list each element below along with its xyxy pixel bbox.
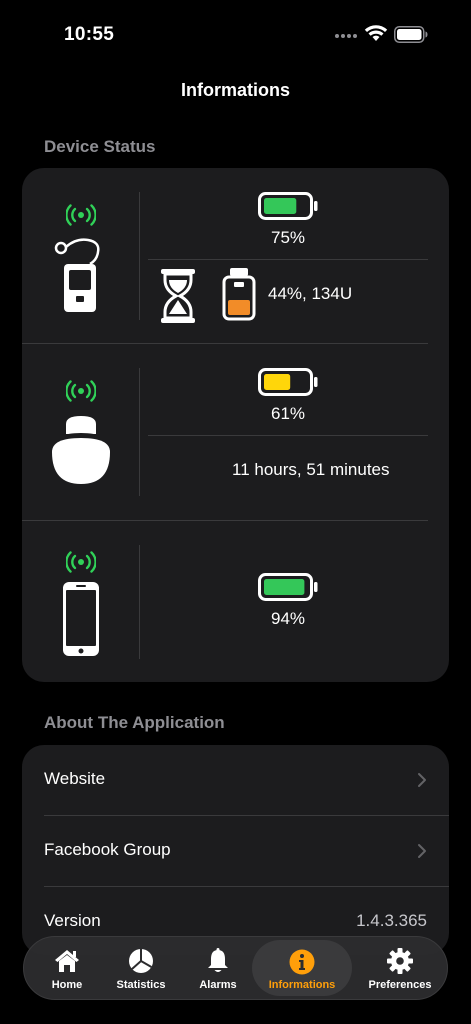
vertical-divider [139, 368, 140, 496]
vertical-divider [139, 192, 140, 320]
phone-battery-icon [258, 573, 318, 601]
hourglass-icon [161, 269, 195, 323]
tab-alarms[interactable]: Alarms [182, 937, 254, 999]
device-status-card: 75% 44%, 134U 61% 11 hours, 51 minutes 9… [22, 168, 449, 682]
house-icon [55, 950, 79, 972]
pod-remaining-value: 11 hours, 51 minutes [232, 460, 390, 479]
tab-label-alarms: Alarms [199, 979, 237, 991]
page-title: Informations [180, 80, 290, 100]
pod-sensor-icon [52, 416, 110, 484]
pod-battery-value: 61% [270, 404, 306, 423]
pie-chart-icon [129, 949, 153, 973]
insulin-pump-icon [54, 238, 100, 312]
chevron-right-icon [418, 773, 426, 787]
tab-label-preferences: Preferences [368, 979, 432, 991]
website-row[interactable]: Website [22, 745, 449, 815]
pump-battery-value: 75% [270, 228, 306, 247]
pump-row: 75% 44%, 134U [22, 168, 449, 344]
battery-icon [394, 26, 428, 43]
section-header-device-status: Device Status [44, 137, 156, 156]
version-label: Version [44, 911, 101, 930]
tab-bar: Home Statistics Alarms Informations Pref… [23, 936, 448, 1000]
tab-home[interactable]: Home [30, 937, 104, 999]
gear-icon [387, 948, 413, 974]
bell-icon [208, 948, 228, 972]
signal-icon [66, 204, 96, 226]
phone-icon [63, 582, 99, 656]
reservoir-value: 44%, 134U [268, 284, 353, 303]
version-value: 1.4.3.365 [356, 911, 427, 930]
chevron-right-icon [418, 844, 426, 858]
signal-icon [66, 380, 96, 402]
wifi-icon [364, 25, 388, 41]
facebook-group-label: Facebook Group [44, 840, 171, 859]
website-label: Website [44, 769, 106, 788]
tab-statistics[interactable]: Statistics [106, 937, 176, 999]
inner-divider [148, 435, 428, 436]
pump-battery-icon [258, 192, 318, 220]
inner-divider [148, 259, 428, 260]
pod-battery-icon [258, 368, 318, 396]
tab-preferences[interactable]: Preferences [358, 937, 442, 999]
vertical-divider [139, 545, 140, 659]
about-card: Website Facebook Group Version 1.4.3.365 [22, 745, 449, 955]
status-time: 10:55 [64, 24, 115, 45]
info-circle-icon [289, 949, 315, 975]
tab-label-home: Home [51, 979, 83, 991]
section-header-about: About The Application [44, 713, 225, 732]
status-bar: 10:55 [0, 0, 471, 60]
phone-row: 94% [22, 521, 449, 682]
tab-label-informations: Informations [268, 979, 336, 991]
pod-row: 61% 11 hours, 51 minutes [22, 269, 449, 520]
tab-label-statistics: Statistics [116, 979, 166, 991]
tab-informations[interactable]: Informations [252, 940, 352, 996]
reservoir-icon [222, 268, 256, 321]
phone-battery-value: 94% [270, 609, 306, 628]
cellular-signal-icon [335, 34, 357, 38]
signal-icon [66, 551, 96, 573]
facebook-group-row[interactable]: Facebook Group [22, 816, 449, 886]
